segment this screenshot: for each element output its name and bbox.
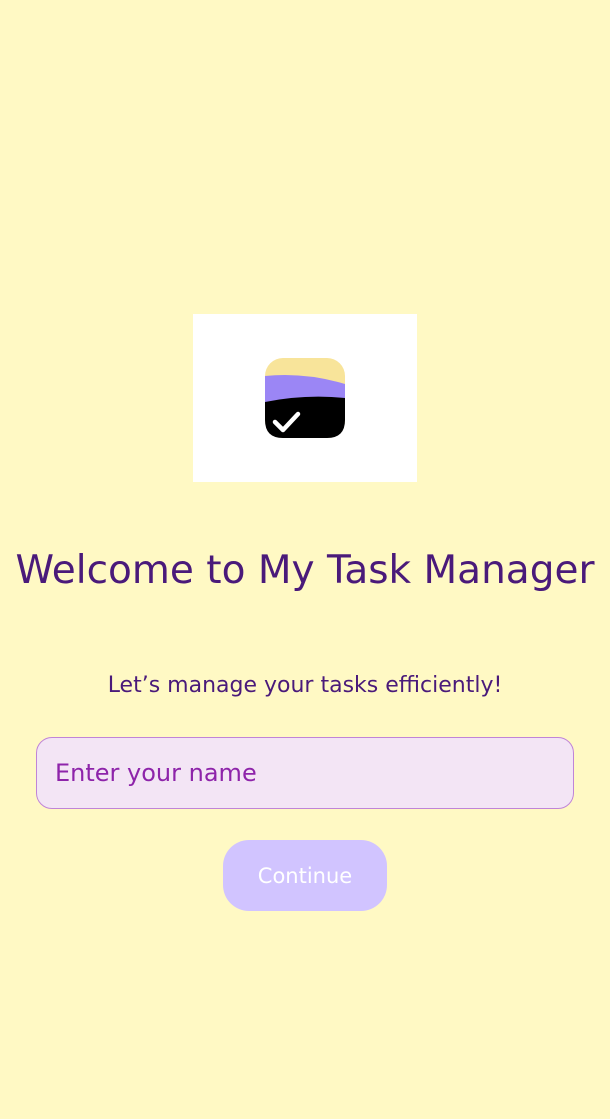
logo-bottom-layer: [265, 396, 345, 438]
continue-button[interactable]: Continue: [223, 840, 387, 911]
checklist-app-icon: [265, 358, 345, 438]
welcome-title: Welcome to My Task Manager: [15, 548, 595, 593]
name-input[interactable]: [36, 737, 574, 809]
welcome-subtitle: Let’s manage your tasks efficiently!: [107, 673, 503, 698]
app-logo: [193, 314, 417, 482]
